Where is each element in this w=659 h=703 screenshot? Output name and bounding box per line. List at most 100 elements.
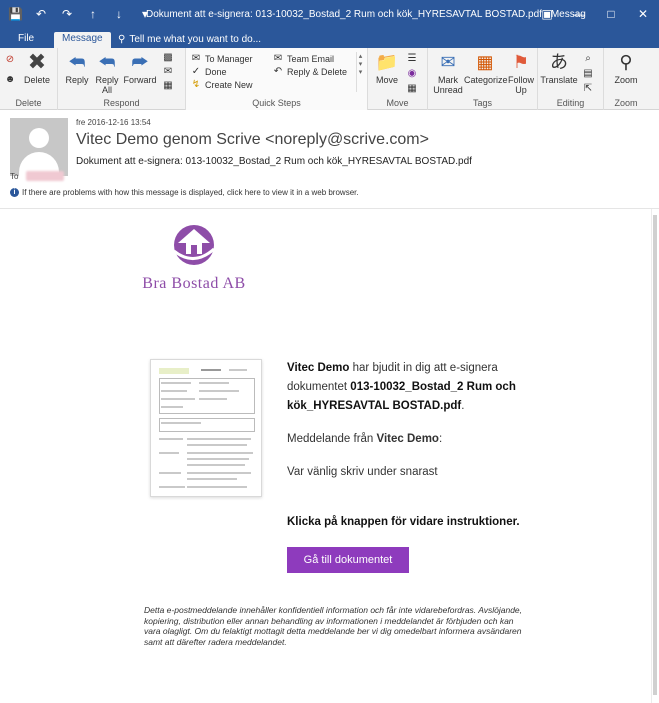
delete-group: ⊘ ☻ ✖ Delete Delete <box>0 48 58 110</box>
reply-all-button[interactable]: ⮪ Reply All <box>92 51 122 95</box>
reply-button[interactable]: ⮪ Reply <box>62 51 92 85</box>
sent-date: fre 2016-12-16 13:54 <box>76 118 151 127</box>
subject: Dokument att e-signera: 013-10032_Bostad… <box>76 156 472 167</box>
reply-all-icon: ⮪ <box>98 52 116 72</box>
move-folder-icon: 📁 <box>375 52 399 72</box>
info-icon: i <box>10 188 19 197</box>
respond-group: ⮪ Reply ⮪ Reply All ⮫ Forward ▩ ✉ ▦ Resp… <box>58 48 186 110</box>
avatar-head-shape <box>29 128 49 148</box>
reply-icon: ⮪ <box>68 52 86 72</box>
infobar[interactable]: i If there are problems with how this me… <box>10 188 359 197</box>
junk-icon: ☻ <box>4 74 16 85</box>
invite-sender: Vitec Demo <box>287 362 350 374</box>
move-button[interactable]: 📁 Move <box>372 51 402 85</box>
invite-text: Vitec Demo har bjudit in dig att e-signe… <box>287 359 537 416</box>
mark-unread-button[interactable]: ✉ Mark Unread <box>432 51 464 95</box>
to-label: To <box>10 172 19 181</box>
quick-access-toolbar: 💾 ↶ ↷ ↑ ↓ ▾ <box>8 7 152 21</box>
rules-button[interactable]: ☰ <box>406 53 418 64</box>
respond-group-label: Respond <box>103 98 140 108</box>
tab-file[interactable]: File <box>10 32 42 48</box>
instructions-text: Klicka på knappen för vidare instruktion… <box>287 516 520 528</box>
forward-icon: ⮫ <box>131 52 149 72</box>
find-button[interactable]: ⌕ <box>582 53 594 64</box>
personal-message: Var vänlig skriv under snarast <box>287 466 438 478</box>
scrollbar[interactable] <box>651 209 659 703</box>
up-arrow-icon[interactable]: ↑ <box>86 7 100 21</box>
scrollbar-thumb[interactable] <box>653 215 657 695</box>
team-email-icon: ✉ <box>273 53 283 64</box>
save-icon[interactable]: 💾 <box>8 7 23 21</box>
zoom-button[interactable]: ⚲ Zoom <box>608 51 644 85</box>
brand-name: Bra Bostad AB <box>142 275 246 292</box>
down-arrow-icon[interactable]: ↓ <box>112 7 126 21</box>
editing-group-label: Editing <box>556 98 585 108</box>
im-button[interactable]: ✉ <box>162 66 174 77</box>
categorize-icon: ▦ <box>476 52 494 72</box>
ignore-button[interactable]: ⊘ <box>4 54 16 65</box>
categorize-button[interactable]: ▦ Categorize <box>464 51 508 85</box>
actions-icon: ▦ <box>407 83 417 94</box>
magnifier-icon: ⚲ <box>619 52 633 72</box>
reply-delete-icon: ↶ <box>273 66 283 77</box>
delete-x-icon: ✖ <box>27 49 47 74</box>
tags-group: ✉ Mark Unread ▦ Categorize ⚑ Follow Up T… <box>428 48 538 110</box>
recipient-redacted[interactable] <box>26 171 64 181</box>
undo-icon[interactable]: ↶ <box>34 7 48 21</box>
message-header: fre 2016-12-16 13:54 Vitec Demo genom Sc… <box>0 110 659 206</box>
more-icon: ▦ <box>163 80 173 91</box>
ignore-icon: ⊘ <box>5 54 15 65</box>
actions-button[interactable]: ▦ <box>406 83 418 94</box>
envelope-icon: ✉ <box>440 52 456 72</box>
select-cursor-icon: ⇱ <box>583 83 593 94</box>
follow-up-button[interactable]: ⚑ Follow Up <box>506 51 536 95</box>
tags-group-label: Tags <box>472 98 492 108</box>
disclaimer: Detta e-postmeddelande innehåller konfid… <box>144 605 523 647</box>
junk-button[interactable]: ☻ <box>4 74 16 85</box>
document-thumbnail[interactable] <box>150 359 262 497</box>
checkmark-icon: ✓ <box>191 66 201 77</box>
rules-icon: ☰ <box>407 53 417 64</box>
quickstep-team-email[interactable]: ✉ Team Email <box>272 53 334 64</box>
tell-me-label: Tell me what you want to do... <box>129 34 262 45</box>
quick-steps-scroll[interactable]: ▴ ▾ ▾ <box>356 52 364 92</box>
invite-end: . <box>461 400 465 412</box>
ribbon-tabs: File Message ⚲ Tell me what you want to … <box>0 30 659 48</box>
onenote-button[interactable]: ◉ <box>406 68 418 79</box>
go-to-document-button[interactable]: Gå till dokumentet <box>287 547 409 573</box>
editing-group: あ Translate ⌕ ▤ ⇱ Editing <box>538 48 604 110</box>
window-controls: ▣ — □ ✕ <box>531 0 659 30</box>
tell-me-search[interactable]: ⚲ Tell me what you want to do... <box>110 32 269 48</box>
redo-icon[interactable]: ↷ <box>60 7 74 21</box>
quickstep-create-new[interactable]: ↯ Create New <box>190 79 253 90</box>
window-title: Dokument att e-signera: 013-10032_Bostad… <box>146 9 586 20</box>
move-group: 📁 Move ☰ ◉ ▦ Move <box>368 48 428 110</box>
sender[interactable]: Vitec Demo genom Scrive <noreply@scrive.… <box>76 131 429 149</box>
meeting-button[interactable]: ▩ <box>162 52 174 63</box>
close-button[interactable]: ✕ <box>627 0 659 30</box>
im-icon: ✉ <box>163 66 173 77</box>
ribbon-display-options-icon[interactable]: ▣ <box>531 0 563 30</box>
move-group-label: Move <box>386 98 409 108</box>
minimize-button[interactable]: — <box>563 0 595 30</box>
maximize-button[interactable]: □ <box>595 0 627 30</box>
quickstep-reply-delete[interactable]: ↶ Reply & Delete <box>272 66 347 77</box>
onenote-icon: ◉ <box>407 68 417 79</box>
message-from-name: Vitec Demo <box>376 433 439 445</box>
translate-button[interactable]: あ Translate <box>540 51 578 85</box>
more-respond-button[interactable]: ▦ <box>162 80 174 91</box>
translate-icon: あ <box>550 52 568 72</box>
quickstep-done[interactable]: ✓ Done <box>190 66 227 77</box>
title-bar: 💾 ↶ ↷ ↑ ↓ ▾ Dokument att e-signera: 013-… <box>0 0 659 30</box>
select-button[interactable]: ⇱ <box>582 83 594 94</box>
quick-steps-label: Quick Steps <box>252 98 301 108</box>
quickstep-to-manager[interactable]: ✉ To Manager <box>190 53 253 64</box>
lightning-icon: ↯ <box>191 79 201 90</box>
lightbulb-icon: ⚲ <box>118 34 126 45</box>
forward-button[interactable]: ⮫ Forward <box>122 51 158 85</box>
tab-message[interactable]: Message <box>54 32 111 48</box>
infobar-text: If there are problems with how this mess… <box>22 188 359 197</box>
delete-button[interactable]: ✖ Delete <box>18 49 56 86</box>
related-button[interactable]: ▤ <box>582 68 594 79</box>
email-body: Bra Bostad AB Vitec Demo har bjudit in d… <box>0 208 659 703</box>
